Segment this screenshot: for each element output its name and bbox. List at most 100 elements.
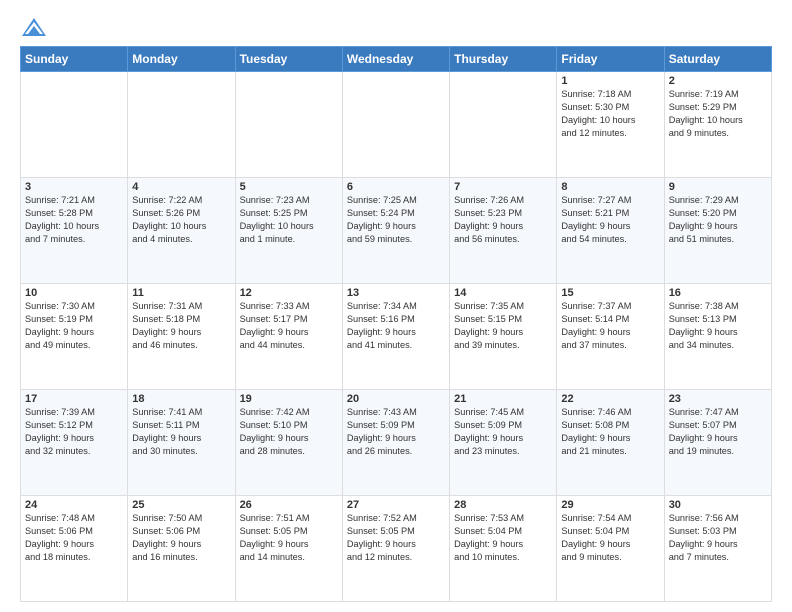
day-number: 22 — [561, 393, 659, 405]
day-info: Sunrise: 7:37 AM Sunset: 5:14 PM Dayligh… — [561, 300, 659, 352]
calendar-cell — [342, 72, 449, 178]
weekday-sunday: Sunday — [21, 47, 128, 72]
day-number: 15 — [561, 287, 659, 299]
calendar-cell: 20Sunrise: 7:43 AM Sunset: 5:09 PM Dayli… — [342, 390, 449, 496]
day-info: Sunrise: 7:21 AM Sunset: 5:28 PM Dayligh… — [25, 194, 123, 246]
day-info: Sunrise: 7:51 AM Sunset: 5:05 PM Dayligh… — [240, 512, 338, 564]
day-info: Sunrise: 7:54 AM Sunset: 5:04 PM Dayligh… — [561, 512, 659, 564]
day-info: Sunrise: 7:52 AM Sunset: 5:05 PM Dayligh… — [347, 512, 445, 564]
day-number: 8 — [561, 181, 659, 193]
day-info: Sunrise: 7:41 AM Sunset: 5:11 PM Dayligh… — [132, 406, 230, 458]
calendar-cell: 11Sunrise: 7:31 AM Sunset: 5:18 PM Dayli… — [128, 284, 235, 390]
day-info: Sunrise: 7:56 AM Sunset: 5:03 PM Dayligh… — [669, 512, 767, 564]
day-info: Sunrise: 7:34 AM Sunset: 5:16 PM Dayligh… — [347, 300, 445, 352]
calendar-cell: 29Sunrise: 7:54 AM Sunset: 5:04 PM Dayli… — [557, 496, 664, 602]
day-number: 30 — [669, 499, 767, 511]
calendar-cell: 15Sunrise: 7:37 AM Sunset: 5:14 PM Dayli… — [557, 284, 664, 390]
day-info: Sunrise: 7:19 AM Sunset: 5:29 PM Dayligh… — [669, 88, 767, 140]
day-info: Sunrise: 7:43 AM Sunset: 5:09 PM Dayligh… — [347, 406, 445, 458]
calendar-cell: 2Sunrise: 7:19 AM Sunset: 5:29 PM Daylig… — [664, 72, 771, 178]
day-info: Sunrise: 7:25 AM Sunset: 5:24 PM Dayligh… — [347, 194, 445, 246]
logo-icon — [20, 16, 48, 38]
weekday-friday: Friday — [557, 47, 664, 72]
week-row-3: 10Sunrise: 7:30 AM Sunset: 5:19 PM Dayli… — [21, 284, 772, 390]
calendar-cell: 7Sunrise: 7:26 AM Sunset: 5:23 PM Daylig… — [450, 178, 557, 284]
day-number: 23 — [669, 393, 767, 405]
day-number: 17 — [25, 393, 123, 405]
day-number: 18 — [132, 393, 230, 405]
weekday-wednesday: Wednesday — [342, 47, 449, 72]
calendar-cell — [21, 72, 128, 178]
calendar-cell: 22Sunrise: 7:46 AM Sunset: 5:08 PM Dayli… — [557, 390, 664, 496]
calendar-cell: 8Sunrise: 7:27 AM Sunset: 5:21 PM Daylig… — [557, 178, 664, 284]
week-row-2: 3Sunrise: 7:21 AM Sunset: 5:28 PM Daylig… — [21, 178, 772, 284]
day-number: 5 — [240, 181, 338, 193]
day-number: 20 — [347, 393, 445, 405]
calendar-cell: 19Sunrise: 7:42 AM Sunset: 5:10 PM Dayli… — [235, 390, 342, 496]
day-number: 6 — [347, 181, 445, 193]
day-number: 13 — [347, 287, 445, 299]
calendar-cell: 24Sunrise: 7:48 AM Sunset: 5:06 PM Dayli… — [21, 496, 128, 602]
calendar-body: 1Sunrise: 7:18 AM Sunset: 5:30 PM Daylig… — [21, 72, 772, 602]
day-number: 12 — [240, 287, 338, 299]
day-number: 16 — [669, 287, 767, 299]
weekday-thursday: Thursday — [450, 47, 557, 72]
calendar-cell: 14Sunrise: 7:35 AM Sunset: 5:15 PM Dayli… — [450, 284, 557, 390]
calendar-cell: 6Sunrise: 7:25 AM Sunset: 5:24 PM Daylig… — [342, 178, 449, 284]
day-info: Sunrise: 7:30 AM Sunset: 5:19 PM Dayligh… — [25, 300, 123, 352]
calendar-cell: 4Sunrise: 7:22 AM Sunset: 5:26 PM Daylig… — [128, 178, 235, 284]
day-info: Sunrise: 7:26 AM Sunset: 5:23 PM Dayligh… — [454, 194, 552, 246]
day-number: 11 — [132, 287, 230, 299]
day-number: 4 — [132, 181, 230, 193]
day-number: 26 — [240, 499, 338, 511]
logo — [20, 16, 50, 38]
day-number: 25 — [132, 499, 230, 511]
calendar-cell: 23Sunrise: 7:47 AM Sunset: 5:07 PM Dayli… — [664, 390, 771, 496]
calendar-cell: 17Sunrise: 7:39 AM Sunset: 5:12 PM Dayli… — [21, 390, 128, 496]
calendar-cell: 26Sunrise: 7:51 AM Sunset: 5:05 PM Dayli… — [235, 496, 342, 602]
day-info: Sunrise: 7:48 AM Sunset: 5:06 PM Dayligh… — [25, 512, 123, 564]
day-number: 3 — [25, 181, 123, 193]
weekday-monday: Monday — [128, 47, 235, 72]
header — [20, 16, 772, 38]
weekday-tuesday: Tuesday — [235, 47, 342, 72]
day-info: Sunrise: 7:27 AM Sunset: 5:21 PM Dayligh… — [561, 194, 659, 246]
day-info: Sunrise: 7:33 AM Sunset: 5:17 PM Dayligh… — [240, 300, 338, 352]
day-info: Sunrise: 7:42 AM Sunset: 5:10 PM Dayligh… — [240, 406, 338, 458]
day-info: Sunrise: 7:18 AM Sunset: 5:30 PM Dayligh… — [561, 88, 659, 140]
day-info: Sunrise: 7:23 AM Sunset: 5:25 PM Dayligh… — [240, 194, 338, 246]
calendar-cell: 28Sunrise: 7:53 AM Sunset: 5:04 PM Dayli… — [450, 496, 557, 602]
calendar-table: SundayMondayTuesdayWednesdayThursdayFrid… — [20, 46, 772, 602]
calendar-cell: 27Sunrise: 7:52 AM Sunset: 5:05 PM Dayli… — [342, 496, 449, 602]
calendar-cell: 25Sunrise: 7:50 AM Sunset: 5:06 PM Dayli… — [128, 496, 235, 602]
calendar-cell: 1Sunrise: 7:18 AM Sunset: 5:30 PM Daylig… — [557, 72, 664, 178]
day-number: 29 — [561, 499, 659, 511]
calendar-cell: 21Sunrise: 7:45 AM Sunset: 5:09 PM Dayli… — [450, 390, 557, 496]
day-number: 2 — [669, 75, 767, 87]
calendar-cell: 9Sunrise: 7:29 AM Sunset: 5:20 PM Daylig… — [664, 178, 771, 284]
week-row-4: 17Sunrise: 7:39 AM Sunset: 5:12 PM Dayli… — [21, 390, 772, 496]
weekday-saturday: Saturday — [664, 47, 771, 72]
day-number: 24 — [25, 499, 123, 511]
calendar-cell — [235, 72, 342, 178]
day-info: Sunrise: 7:35 AM Sunset: 5:15 PM Dayligh… — [454, 300, 552, 352]
day-info: Sunrise: 7:38 AM Sunset: 5:13 PM Dayligh… — [669, 300, 767, 352]
day-number: 21 — [454, 393, 552, 405]
calendar-cell: 30Sunrise: 7:56 AM Sunset: 5:03 PM Dayli… — [664, 496, 771, 602]
day-number: 10 — [25, 287, 123, 299]
calendar-cell: 10Sunrise: 7:30 AM Sunset: 5:19 PM Dayli… — [21, 284, 128, 390]
day-number: 19 — [240, 393, 338, 405]
day-info: Sunrise: 7:39 AM Sunset: 5:12 PM Dayligh… — [25, 406, 123, 458]
day-info: Sunrise: 7:45 AM Sunset: 5:09 PM Dayligh… — [454, 406, 552, 458]
day-info: Sunrise: 7:47 AM Sunset: 5:07 PM Dayligh… — [669, 406, 767, 458]
calendar-cell: 5Sunrise: 7:23 AM Sunset: 5:25 PM Daylig… — [235, 178, 342, 284]
day-info: Sunrise: 7:46 AM Sunset: 5:08 PM Dayligh… — [561, 406, 659, 458]
calendar-cell: 13Sunrise: 7:34 AM Sunset: 5:16 PM Dayli… — [342, 284, 449, 390]
calendar-cell: 3Sunrise: 7:21 AM Sunset: 5:28 PM Daylig… — [21, 178, 128, 284]
day-info: Sunrise: 7:31 AM Sunset: 5:18 PM Dayligh… — [132, 300, 230, 352]
day-number: 1 — [561, 75, 659, 87]
week-row-5: 24Sunrise: 7:48 AM Sunset: 5:06 PM Dayli… — [21, 496, 772, 602]
day-number: 28 — [454, 499, 552, 511]
calendar-cell: 18Sunrise: 7:41 AM Sunset: 5:11 PM Dayli… — [128, 390, 235, 496]
calendar-cell: 16Sunrise: 7:38 AM Sunset: 5:13 PM Dayli… — [664, 284, 771, 390]
